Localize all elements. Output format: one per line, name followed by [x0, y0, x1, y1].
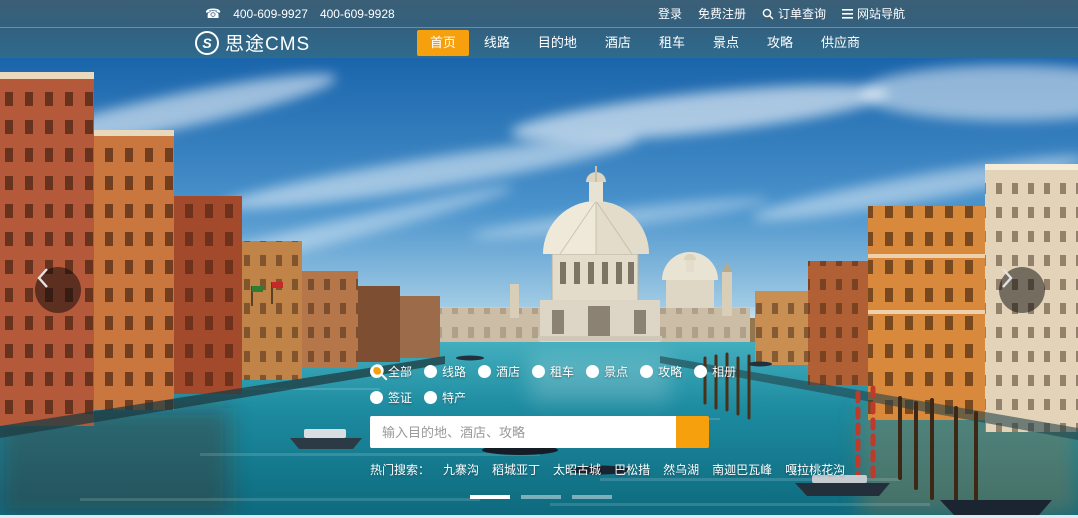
phone-number-2: 400-609-9928 [320, 7, 395, 21]
search-panel: 全部 线路 酒店 租车 [370, 363, 790, 478]
category-label: 攻略 [658, 363, 682, 380]
search-category-radio[interactable]: 租车 [532, 363, 574, 380]
search-category-radio[interactable]: 签证 [370, 389, 412, 406]
chevron-left-icon [35, 267, 51, 289]
category-label: 签证 [388, 389, 412, 406]
register-link[interactable]: 免费注册 [698, 5, 746, 22]
radio-icon [694, 365, 707, 378]
chevron-right-icon [999, 267, 1015, 289]
radio-icon [424, 365, 437, 378]
nav-item[interactable]: 目的地 [525, 30, 590, 56]
hot-search-term[interactable]: 巴松措 [614, 461, 650, 478]
category-label: 全部 [388, 363, 412, 380]
category-label: 酒店 [496, 363, 520, 380]
search-input[interactable] [370, 416, 676, 448]
carousel-indicators [470, 495, 612, 499]
search-icon [762, 8, 774, 20]
search-category-radio[interactable]: 攻略 [640, 363, 682, 380]
category-label: 线路 [442, 363, 466, 380]
radio-icon [640, 365, 653, 378]
hot-search: 热门搜索： 九寨沟稻城亚丁太昭古城巴松措然乌湖南迦巴瓦峰嘎拉桃花沟 [370, 461, 790, 478]
hot-search-term[interactable]: 然乌湖 [663, 461, 699, 478]
nav-item[interactable]: 酒店 [592, 30, 644, 56]
phone-number-1: 400-609-9927 [233, 7, 308, 21]
hot-search-term[interactable]: 九寨沟 [443, 461, 479, 478]
hero-banner: 全部 线路 酒店 租车 [0, 58, 1078, 515]
category-label: 租车 [550, 363, 574, 380]
nav-item[interactable]: 线路 [471, 30, 523, 56]
search-category-radio[interactable]: 酒店 [478, 363, 520, 380]
logo[interactable]: S 思途CMS [195, 29, 310, 56]
hot-search-term[interactable]: 太昭古城 [553, 461, 601, 478]
register-label: 免费注册 [698, 5, 746, 22]
category-label: 特产 [442, 389, 466, 406]
search-icon [370, 363, 388, 381]
phone-icon: ☎ [205, 7, 221, 20]
radio-icon [532, 365, 545, 378]
logo-monogram: S [202, 35, 211, 51]
topbar-links: 登录 免费注册 订单查询 网站导航 [658, 5, 905, 22]
page: ☎ 400-609-9927 400-609-9928 登录 免费注册 订单查询… [0, 0, 1078, 518]
category-label: 景点 [604, 363, 628, 380]
radio-icon [586, 365, 599, 378]
search-bar [370, 416, 790, 448]
site-nav-link[interactable]: 网站导航 [842, 5, 905, 22]
contact-phones: ☎ 400-609-9927 400-609-9928 [205, 7, 395, 21]
search-category-radio[interactable]: 相册 [694, 363, 736, 380]
radio-icon [370, 391, 383, 404]
login-label: 登录 [658, 5, 682, 22]
carousel-prev-button[interactable] [35, 267, 81, 313]
login-link[interactable]: 登录 [658, 5, 682, 22]
nav-item[interactable]: 景点 [700, 30, 752, 56]
nav-item[interactable]: 供应商 [808, 30, 873, 56]
carousel-indicator[interactable] [572, 495, 612, 499]
hot-search-label: 热门搜索： [370, 461, 430, 478]
site-nav-label: 网站导航 [857, 5, 905, 22]
carousel-next-button[interactable] [999, 267, 1045, 313]
header: ☎ 400-609-9927 400-609-9928 登录 免费注册 订单查询… [0, 0, 1078, 58]
hot-search-term[interactable]: 嘎拉桃花沟 [785, 461, 845, 478]
search-button[interactable] [676, 416, 709, 448]
hot-search-term[interactable]: 稻城亚丁 [492, 461, 540, 478]
radio-icon [424, 391, 437, 404]
search-category-options: 全部 线路 酒店 租车 [370, 363, 770, 406]
carousel-indicator[interactable] [521, 495, 561, 499]
nav-item[interactable]: 首页 [417, 30, 469, 56]
main-menu: 首页线路目的地酒店租车景点攻略供应商 [415, 30, 873, 56]
radio-icon [478, 365, 491, 378]
search-category-radio[interactable]: 特产 [424, 389, 466, 406]
carousel-indicator[interactable] [470, 495, 510, 499]
category-label: 相册 [712, 363, 736, 380]
order-query-label: 订单查询 [778, 5, 826, 22]
order-query-link[interactable]: 订单查询 [762, 5, 826, 22]
search-category-radio[interactable]: 景点 [586, 363, 628, 380]
nav-item[interactable]: 租车 [646, 30, 698, 56]
navbar: S 思途CMS 首页线路目的地酒店租车景点攻略供应商 [0, 28, 1078, 57]
search-category-radio[interactable]: 线路 [424, 363, 466, 380]
menu-icon [842, 9, 853, 19]
logo-text: 思途CMS [225, 29, 310, 56]
hot-search-term[interactable]: 南迦巴瓦峰 [712, 461, 772, 478]
logo-icon: S [195, 31, 219, 55]
nav-item[interactable]: 攻略 [754, 30, 806, 56]
hot-search-terms: 九寨沟稻城亚丁太昭古城巴松措然乌湖南迦巴瓦峰嘎拉桃花沟 [443, 461, 845, 478]
topbar: ☎ 400-609-9927 400-609-9928 登录 免费注册 订单查询… [0, 0, 1078, 28]
